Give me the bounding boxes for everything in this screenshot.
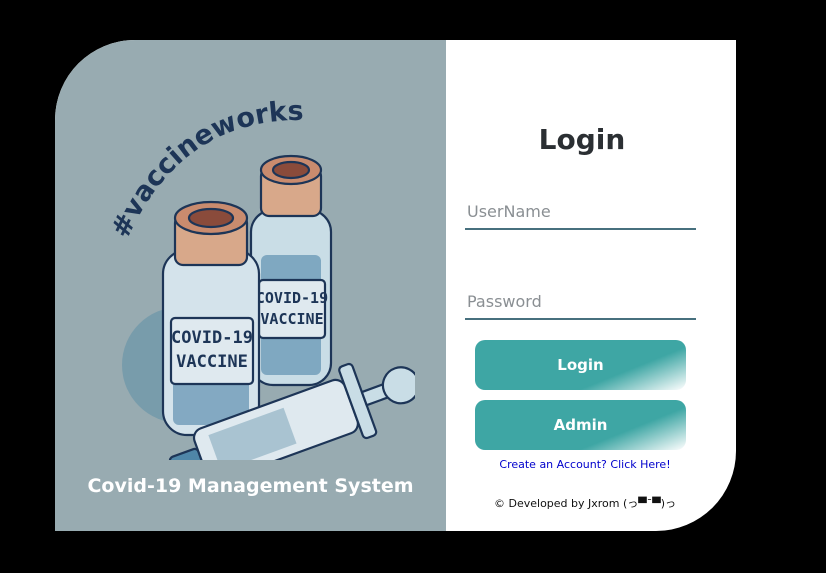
create-account-link[interactable]: Create an Account? Click Here! — [446, 458, 724, 471]
front-vial-label-2: VACCINE — [176, 352, 248, 372]
app-title: Covid-19 Management System — [87, 475, 414, 497]
back-vial-label-2: VACCINE — [260, 310, 323, 328]
vaccine-illustration: #vaccineworks COVID-19 VACCINE COVID-19 … — [105, 96, 415, 460]
login-title: Login — [538, 123, 626, 156]
username-input[interactable] — [465, 194, 696, 230]
front-vial-label-1: COVID-19 — [171, 328, 253, 348]
admin-button[interactable]: Admin — [475, 400, 686, 450]
front-vial: COVID-19 VACCINE — [161, 200, 261, 437]
hero-panel: #vaccineworks COVID-19 VACCINE COVID-19 … — [55, 40, 446, 531]
back-vial-label-1: COVID-19 — [256, 289, 328, 307]
login-button[interactable]: Login — [475, 340, 686, 390]
login-form-panel: Login Login Admin Create an Account? Cli… — [446, 40, 736, 531]
developer-credit: © Developed by Jxrom (っ▀¯▀)っ — [494, 497, 676, 510]
password-input[interactable] — [465, 284, 696, 320]
back-vial: COVID-19 VACCINE — [249, 154, 333, 387]
login-window: #vaccineworks COVID-19 VACCINE COVID-19 … — [55, 40, 736, 531]
